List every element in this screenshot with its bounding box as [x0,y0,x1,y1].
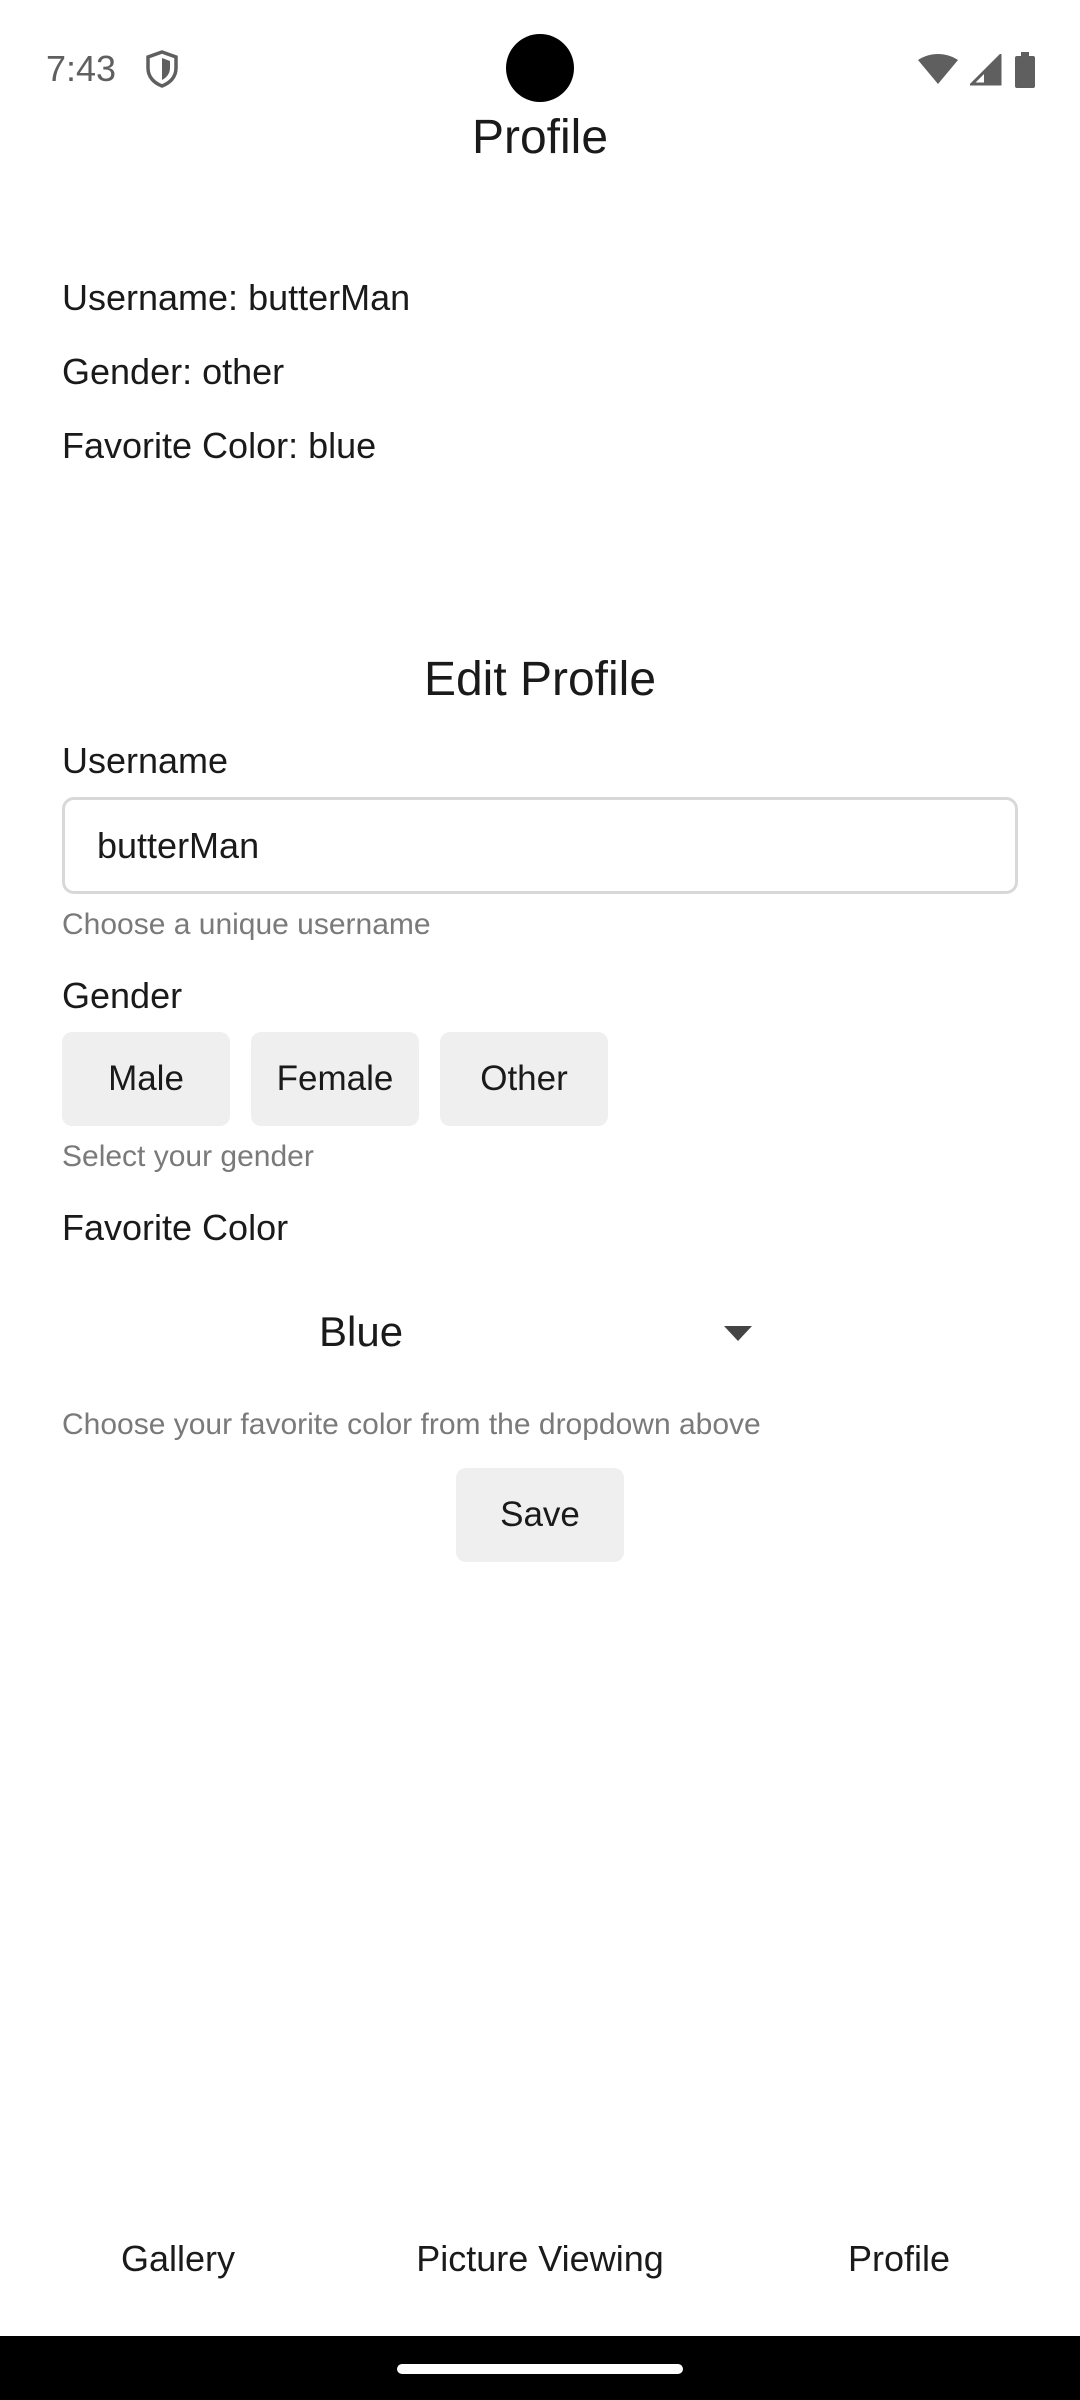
wifi-icon [918,54,958,86]
gender-options: Male Female Other [62,1032,608,1126]
gesture-nav-bar [0,2336,1080,2400]
dropdown-arrow-icon [724,1326,752,1341]
shield-icon [145,50,179,88]
status-icons [918,50,1036,90]
bottom-nav: Gallery Picture Viewing Profile [0,2218,1080,2308]
favorite-color-helper: Choose your favorite color from the drop… [62,1408,761,1441]
nav-item-picture-viewing[interactable]: Picture Viewing [416,2238,663,2280]
gender-helper: Select your gender [62,1140,314,1173]
gender-male-button[interactable]: Male [62,1032,230,1126]
home-gesture-handle[interactable] [397,2364,683,2374]
username-label: Username [62,740,229,781]
signal-icon [970,54,1002,86]
favorite-color-value: Blue [319,1308,404,1355]
gender-other-button[interactable]: Other [440,1032,608,1126]
profile-gender: Gender: other [62,351,285,392]
profile-favorite-color: Favorite Color: blue [62,425,377,466]
gender-label: Gender [62,975,183,1016]
favorite-color-dropdown[interactable]: Blue [62,1282,762,1386]
username-input[interactable] [62,797,1018,894]
page-title: Profile [471,111,609,164]
status-time: 7:43 [46,48,117,89]
profile-username: Username: butterMan [62,277,411,318]
profile-screen: 7:43 Profile Username: butterMan Gender:… [0,0,1080,2400]
favorite-color-label: Favorite Color [62,1207,289,1248]
gender-female-button[interactable]: Female [251,1032,419,1126]
nav-item-profile[interactable]: Profile [848,2238,950,2280]
camera-cutout [506,34,574,102]
edit-profile-title: Edit Profile [423,653,657,706]
nav-item-gallery[interactable]: Gallery [121,2238,235,2280]
username-helper: Choose a unique username [62,908,431,941]
save-button[interactable]: Save [456,1468,624,1562]
battery-icon [1014,52,1036,88]
